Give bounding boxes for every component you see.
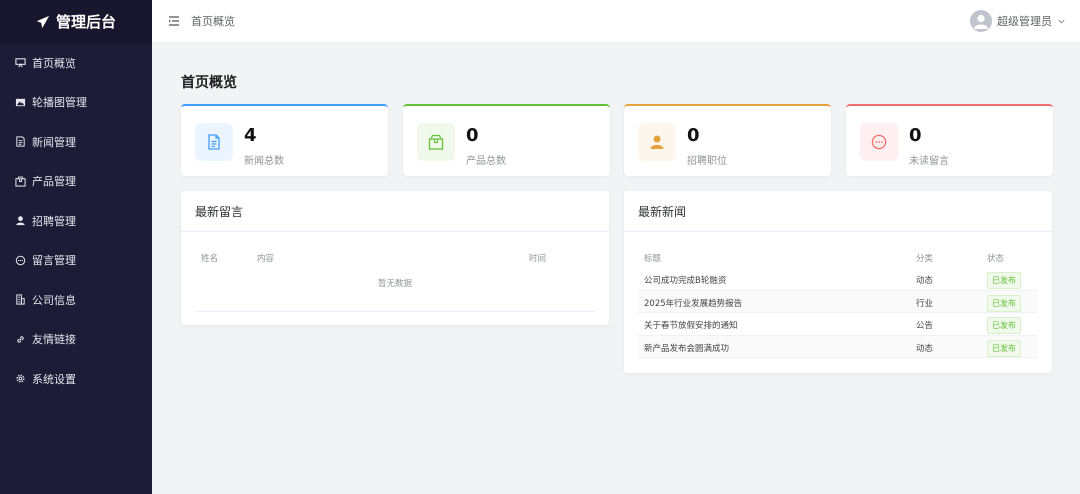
- chevron-down-icon: [1058, 19, 1065, 24]
- table-row[interactable]: 公司成功完成B轮融资 动态 已发布: [638, 268, 1037, 291]
- news-title-cell: 公司成功完成B轮融资: [644, 276, 727, 286]
- paper-plane-icon: [36, 15, 50, 28]
- stat-icon-wrap: [195, 123, 233, 161]
- top-header: 首页概览 超级管理员: [152, 0, 1080, 43]
- messages-table: 姓名 内容 时间 暂无数据: [195, 248, 595, 312]
- sidebar-item-company[interactable]: 公司信息: [0, 280, 152, 320]
- sidebar-item-links[interactable]: 友情链接: [0, 320, 152, 360]
- stat-label: 产品总数: [466, 156, 506, 167]
- empty-state-text: 暂无数据: [195, 264, 595, 312]
- sidebar-item-settings[interactable]: 系统设置: [0, 359, 152, 399]
- chat-icon: [15, 255, 25, 265]
- sidebar-item-products[interactable]: 产品管理: [0, 162, 152, 202]
- avatar[interactable]: [970, 10, 992, 32]
- news-category-cell: 公告: [916, 321, 934, 331]
- stat-value: 0: [687, 125, 700, 146]
- document-icon: [208, 134, 220, 150]
- stat-card-news: 4 新闻总数: [181, 104, 388, 176]
- user-name: 超级管理员: [997, 15, 1052, 28]
- brand-title: 管理后台: [55, 13, 116, 31]
- sidebar-item-label: 新闻管理: [32, 135, 76, 149]
- news-category-cell: 动态: [916, 343, 934, 354]
- monitor-icon: [14, 58, 26, 68]
- stat-card-jobs: 0 招聘职位: [624, 104, 831, 176]
- stat-card-products: 0 产品总数: [403, 104, 610, 176]
- user-avatar-icon: [974, 14, 988, 29]
- link-icon: [16, 335, 24, 343]
- status-badge: 已发布: [987, 339, 1021, 357]
- sidebar-menu: 首页概览 轮播图管理 新闻管理 产品管理 招聘管理 留言管理 公司信息 友情链接…: [0, 43, 152, 399]
- column-header[interactable]: 分类: [916, 252, 933, 264]
- menu-toggle-button[interactable]: [168, 15, 180, 27]
- stat-label: 招聘职位: [687, 156, 727, 167]
- sidebar-item-banners[interactable]: 轮播图管理: [0, 83, 152, 123]
- news-title-cell: 新产品发布会圆满成功: [644, 343, 730, 354]
- brand[interactable]: 管理后台: [0, 0, 152, 43]
- user-icon: [650, 135, 664, 149]
- image-icon: [15, 98, 25, 106]
- news-table: 标题 分类 状态 公司成功完成B轮融资 动态 已发布 2025年行业发展趋势报告…: [638, 248, 1037, 358]
- sidebar-item-label: 首页概览: [32, 56, 76, 70]
- table-row[interactable]: 2025年行业发展趋势报告 行业 已发布: [638, 290, 1037, 313]
- sidebar-item-label: 产品管理: [32, 175, 76, 189]
- column-header[interactable]: 姓名: [201, 252, 218, 264]
- gear-icon: [15, 374, 25, 383]
- chat-icon: [871, 134, 887, 150]
- stat-icon-wrap: [860, 123, 898, 161]
- news-title-cell: 关于春节放假安排的通知: [644, 321, 738, 331]
- news-category-cell: 动态: [916, 276, 934, 286]
- card-title: 最新新闻: [624, 191, 1052, 232]
- sidebar-item-label: 留言管理: [32, 254, 76, 268]
- sidebar-item-label: 系统设置: [32, 372, 76, 386]
- breadcrumb[interactable]: 首页概览: [191, 13, 235, 29]
- menu-fold-icon: [169, 16, 179, 26]
- news-title-cell: 2025年行业发展趋势报告: [644, 298, 743, 309]
- table-header: 标题 分类 状态: [638, 248, 1037, 268]
- stat-icon-wrap: [417, 123, 455, 161]
- table-row[interactable]: 新产品发布会圆满成功 动态 已发布: [638, 335, 1037, 358]
- stat-icon-wrap: [638, 123, 676, 161]
- sidebar-item-news[interactable]: 新闻管理: [0, 122, 152, 162]
- sidebar-item-label: 轮播图管理: [32, 96, 87, 110]
- box-icon: [14, 176, 26, 187]
- sidebar-item-messages[interactable]: 留言管理: [0, 241, 152, 281]
- status-badge: 已发布: [987, 272, 1021, 289]
- stat-value: 0: [909, 125, 922, 146]
- stat-label: 新闻总数: [244, 156, 284, 167]
- user-menu[interactable]: 超级管理员: [970, 10, 1066, 32]
- latest-messages-card: 最新留言 姓名 内容 时间 暂无数据: [181, 191, 609, 325]
- stat-card-messages: 0 未读留言: [846, 104, 1053, 176]
- stat-label: 未读留言: [909, 156, 949, 167]
- column-header[interactable]: 时间: [529, 252, 546, 264]
- card-title: 最新留言: [181, 191, 609, 232]
- stat-value: 0: [466, 125, 479, 146]
- sidebar: 管理后台 首页概览 轮播图管理 新闻管理 产品管理 招聘管理 留言管理 公司信息…: [0, 0, 152, 494]
- stat-value: 4: [244, 125, 257, 146]
- sidebar-item-dashboard[interactable]: 首页概览: [0, 43, 152, 83]
- status-badge: 已发布: [987, 294, 1021, 312]
- sidebar-item-jobs[interactable]: 招聘管理: [0, 201, 152, 241]
- user-icon: [15, 216, 25, 226]
- building-icon: [15, 294, 25, 305]
- sidebar-item-label: 友情链接: [32, 333, 76, 347]
- news-category-cell: 行业: [916, 298, 934, 309]
- column-header[interactable]: 状态: [987, 252, 1004, 264]
- sidebar-item-label: 公司信息: [32, 293, 76, 307]
- box-icon: [428, 134, 444, 150]
- status-badge: 已发布: [987, 317, 1021, 334]
- table-header: 姓名 内容 时间: [195, 248, 595, 264]
- page-title: 首页概览: [181, 75, 237, 91]
- column-header[interactable]: 内容: [257, 252, 274, 264]
- column-header[interactable]: 标题: [644, 252, 661, 264]
- latest-news-card: 最新新闻 标题 分类 状态 公司成功完成B轮融资 动态 已发布 2025年行业发…: [624, 191, 1052, 373]
- table-row[interactable]: 关于春节放假安排的通知 公告 已发布: [638, 313, 1037, 336]
- sidebar-item-label: 招聘管理: [32, 214, 76, 228]
- document-icon: [15, 136, 25, 147]
